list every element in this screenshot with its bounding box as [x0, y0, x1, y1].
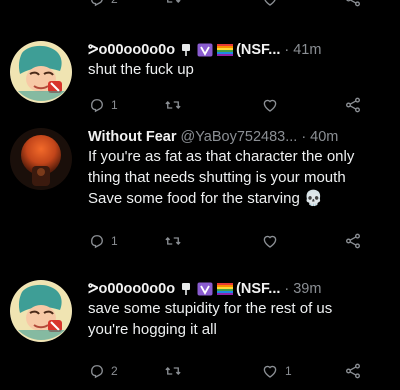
reply-count: 1	[111, 234, 118, 248]
share-button[interactable]	[344, 0, 362, 8]
like-button[interactable]: 1	[260, 362, 292, 380]
tweet-actions: 1	[88, 96, 378, 116]
retweet-button[interactable]	[163, 232, 183, 250]
like-icon	[264, 0, 276, 6]
like-icon	[263, 99, 277, 112]
timestamp[interactable]: 40m	[310, 128, 338, 146]
reply-button[interactable]: 1	[88, 232, 118, 250]
tweet-actions: 2 1	[88, 362, 378, 382]
separator-dot: ·	[301, 129, 307, 145]
reply-count: 1	[111, 98, 118, 112]
avatar[interactable]	[10, 280, 72, 342]
display-name[interactable]: ᕗo00oo0o0o	[88, 280, 175, 298]
share-button[interactable]	[344, 362, 362, 380]
like-button[interactable]	[260, 96, 280, 114]
tweet-header: ᕗo00oo0o0o (NSF... · 39m	[88, 280, 400, 298]
share-icon	[346, 363, 360, 379]
tweet-text-line: you're hogging it all	[88, 321, 217, 338]
name-suffix: (NSF...	[236, 281, 281, 297]
user-handle[interactable]: @YaBoy752483...	[180, 128, 297, 146]
reply-count: 2	[111, 0, 118, 6]
purple-badge-icon	[197, 282, 213, 296]
timestamp[interactable]: 39m	[293, 280, 321, 298]
previous-tweet-actions: 2	[88, 0, 378, 10]
like-icon	[263, 365, 277, 378]
like-icon	[263, 235, 277, 248]
like-button[interactable]	[260, 0, 280, 8]
tweet-text-line: Save some food for the starving 💀	[88, 190, 323, 207]
purple-badge-icon	[197, 43, 213, 57]
reply-icon	[91, 0, 103, 7]
tweet-header: ᕗo00oo0o0o (NSF... · 41m	[88, 41, 400, 59]
retweet-icon	[165, 367, 181, 375]
reply-icon	[91, 365, 103, 379]
reply-button[interactable]: 2	[88, 362, 118, 380]
like-button[interactable]	[260, 232, 280, 250]
share-icon	[346, 233, 360, 249]
retweet-icon	[167, 0, 181, 3]
share-button[interactable]	[344, 96, 362, 114]
like-count: 1	[285, 364, 292, 378]
name-suffix: (NSF...	[236, 42, 281, 58]
retweet-button[interactable]	[163, 362, 183, 380]
tweet-text-line: If you're as fat as that character the o…	[88, 148, 355, 165]
reply-count: 2	[111, 364, 118, 378]
tweet-text-line: save some stupidity for the rest of us	[88, 300, 333, 317]
share-icon	[346, 0, 360, 7]
retweet-button[interactable]	[163, 0, 183, 8]
separator-dot: ·	[284, 281, 290, 297]
pin-icon	[182, 44, 191, 56]
rainbow-flag-icon	[217, 44, 234, 56]
tweet-actions: 1	[88, 232, 378, 252]
tweet-header: Without Fear @YaBoy752483... · 40m	[88, 128, 400, 146]
separator-dot: ·	[284, 42, 290, 58]
tweet-text-line: shut the fuck up	[88, 61, 194, 78]
avatar[interactable]	[10, 128, 72, 190]
tweet-text: shut the fuck up	[88, 59, 400, 80]
reply-icon	[91, 235, 103, 249]
tweet-text: save some stupidity for the rest of us y…	[88, 298, 400, 340]
timestamp[interactable]: 41m	[293, 41, 321, 59]
display-name[interactable]: ᕗo00oo0o0o	[88, 41, 175, 59]
display-name[interactable]: Without Fear	[88, 128, 176, 146]
share-icon	[346, 97, 360, 113]
reply-icon	[91, 99, 103, 113]
retweet-icon	[165, 101, 181, 109]
tweet-text-line: thing that needs shutting is your mouth	[88, 169, 346, 186]
tweet-text: If you're as fat as that character the o…	[88, 146, 400, 209]
rainbow-flag-icon	[217, 283, 234, 295]
pin-icon	[182, 283, 191, 295]
reply-button[interactable]: 2	[88, 0, 118, 8]
reply-button[interactable]: 1	[88, 96, 118, 114]
avatar[interactable]	[10, 41, 72, 103]
share-button[interactable]	[344, 232, 362, 250]
retweet-button[interactable]	[163, 96, 183, 114]
retweet-icon	[165, 237, 181, 245]
